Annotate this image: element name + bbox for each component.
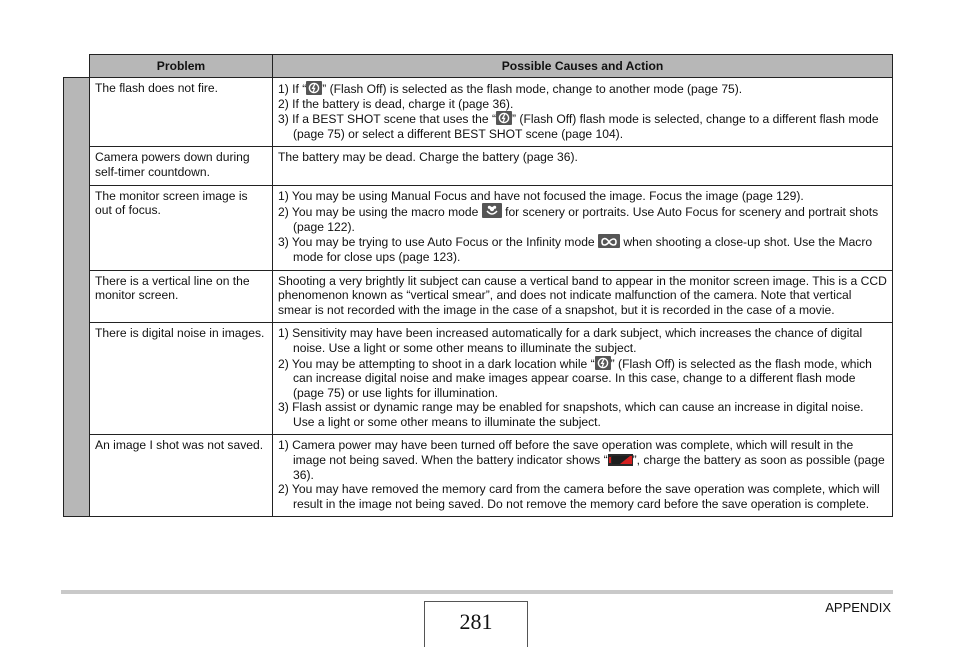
item-number: 3) <box>278 400 293 415</box>
item-text: You may be using Manual Focus and have n… <box>291 188 804 203</box>
item-number: 1) <box>278 82 293 96</box>
table-row: There is digital noise in images. 1) Sens… <box>64 322 893 436</box>
flash-off-icon <box>496 111 513 126</box>
item-number: 3) <box>278 112 293 127</box>
action-item: 1) Sensitivity may have been increased a… <box>278 326 887 355</box>
problem-cell: Camera powers down during self-timer cou… <box>89 146 273 186</box>
page-number: 281 <box>424 601 528 647</box>
action-item: 1) Camera power may have been turned off… <box>278 438 887 482</box>
item-number: 2) <box>278 482 292 497</box>
flash-off-icon <box>594 355 611 370</box>
action-item: 3) You may be trying to use Auto Focus o… <box>278 234 887 264</box>
problem-cell: The flash does not fire. <box>89 76 273 148</box>
troubleshooting-table: Problem Possible Causes and Action The f… <box>63 54 893 518</box>
problem-cell: An image I shot was not saved. <box>89 434 273 518</box>
table-row: Camera powers down during self-timer cou… <box>64 146 893 186</box>
item-text: If “ <box>292 82 307 96</box>
table-row: An image I shot was not saved. 1) Camera … <box>64 434 893 518</box>
infinity-mode-icon <box>598 234 621 249</box>
action-item: 3) If a BEST SHOT scene that uses the “”… <box>278 111 887 141</box>
action-item: 1) You may be using Manual Focus and hav… <box>278 189 887 204</box>
item-number: 2) <box>278 356 292 371</box>
header-spacer <box>63 54 90 78</box>
item-number: 1) <box>278 438 293 453</box>
table-row: The monitor screen image is out of focus… <box>64 184 893 271</box>
table-row: There is a vertical line on the monitor … <box>64 269 893 324</box>
action-item: 3) Flash assist or dynamic range may be … <box>278 400 887 429</box>
action-cell: 1) Camera power may have been turned off… <box>272 434 893 518</box>
problem-cell: There is a vertical line on the monitor … <box>89 269 273 324</box>
problem-cell: The monitor screen image is out of focus… <box>89 184 273 271</box>
item-text: You may be trying to use Auto Focus or t… <box>291 235 599 250</box>
action-item: 2) You may be attempting to shoot in a d… <box>278 355 887 401</box>
action-item: 2) You may be using the macro mode for s… <box>278 203 887 234</box>
item-number: 1) <box>278 188 292 203</box>
item-text: Sensitivity may have been increased auto… <box>292 326 863 355</box>
section-label: APPENDIX <box>825 600 891 615</box>
header-problem: Problem <box>89 54 273 78</box>
troubleshooting-table-container: Problem Possible Causes and Action The f… <box>63 54 893 518</box>
action-item: 2) You may have removed the memory card … <box>278 482 887 511</box>
item-number: 3) <box>278 235 292 250</box>
item-text: If a BEST SHOT scene that uses the “ <box>292 112 497 127</box>
macro-mode-icon <box>481 203 502 219</box>
action-item: 2) If the battery is dead, charge it (pa… <box>278 97 887 112</box>
action-item: 1) If “ ” (Flash Off) is selected as the … <box>278 81 887 97</box>
action-cell: Shooting a very brightly lit subject can… <box>272 269 893 324</box>
battery-low-icon <box>607 454 633 467</box>
action-cell: The battery may be dead. Charge the batt… <box>272 146 893 186</box>
table-row: The flash does not fire. 1) If “ ” (Flash … <box>63 76 893 518</box>
header-action: Possible Causes and Action <box>272 54 893 78</box>
action-cell: 1) You may be using Manual Focus and hav… <box>272 184 893 271</box>
item-number: 2) <box>278 96 293 111</box>
item-text: ” (Flash Off) is selected as the flash m… <box>322 82 743 96</box>
side-tab <box>63 76 90 518</box>
item-text: You may be attempting to shoot in a dark… <box>291 356 595 371</box>
item-text: You may have removed the memory card fro… <box>291 482 880 511</box>
item-text: You may be using the macro mode <box>291 205 482 220</box>
item-text: If the battery is dead, charge it (page … <box>292 96 514 111</box>
flash-off-icon <box>306 81 323 95</box>
item-text: Flash assist or dynamic range may be ena… <box>292 400 864 429</box>
action-cell: 1) If “ ” (Flash Off) is selected as the … <box>272 76 893 148</box>
table-header-row: Problem Possible Causes and Action <box>63 54 893 78</box>
item-number: 1) <box>278 326 293 341</box>
problem-cell: There is digital noise in images. <box>89 322 273 436</box>
item-number: 2) <box>278 205 292 220</box>
footer-rule <box>61 590 893 594</box>
action-cell: 1) Sensitivity may have been increased a… <box>272 322 893 436</box>
